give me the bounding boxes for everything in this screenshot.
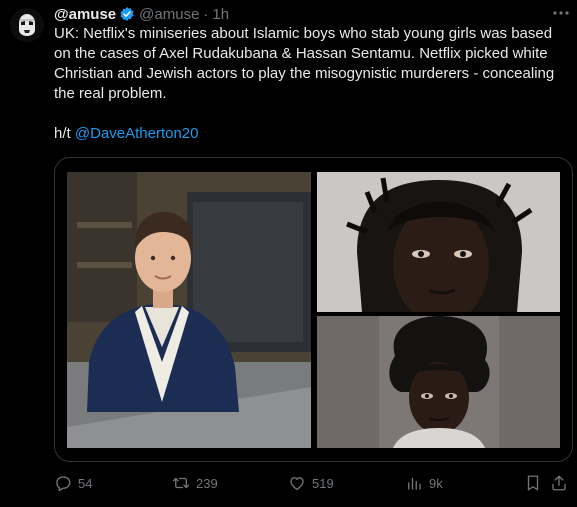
repost-button[interactable]: 239 — [172, 472, 218, 494]
tweet: @amuse @amuse · 1h UK: Netflix's miniser… — [0, 0, 577, 507]
heart-icon — [290, 477, 304, 491]
tweet-header: @amuse @amuse · 1h — [54, 4, 229, 24]
verified-badge-icon — [119, 6, 135, 22]
share-icon — [552, 475, 566, 491]
avatar[interactable] — [10, 8, 44, 42]
mention-link[interactable]: @DaveAtherton20 — [75, 125, 199, 142]
hat-tip-line: h/t @DaveAtherton20 — [54, 124, 569, 144]
more-options-icon[interactable] — [550, 4, 572, 22]
display-name[interactable]: @amuse — [54, 6, 116, 23]
stormtrooper-avatar-icon — [10, 8, 44, 42]
reply-icon — [56, 476, 71, 492]
user-handle[interactable]: @amuse — [139, 6, 199, 23]
views-button[interactable]: 9k — [405, 472, 443, 494]
tweet-text: UK: Netflix's miniseries about Islamic b… — [54, 24, 569, 144]
repost-icon — [172, 477, 190, 489]
bookmark-icon — [527, 475, 539, 491]
media-image-2[interactable] — [317, 172, 560, 312]
like-button[interactable]: 519 — [288, 472, 334, 494]
like-count: 519 — [312, 475, 334, 491]
media-image-1[interactable] — [67, 172, 311, 448]
media-image-3[interactable] — [317, 316, 560, 448]
separator-dot: · — [203, 5, 209, 23]
bookmark-button[interactable] — [524, 472, 548, 494]
repost-count: 239 — [196, 475, 218, 491]
timestamp[interactable]: 1h — [212, 6, 229, 23]
view-count: 9k — [429, 475, 443, 491]
hat-tip-prefix: h/t — [54, 125, 75, 142]
tweet-body: UK: Netflix's miniseries about Islamic b… — [54, 25, 555, 102]
media-grid — [54, 157, 573, 462]
reply-button[interactable]: 54 — [54, 472, 92, 494]
action-bar: 54 239 519 9k — [54, 472, 571, 494]
share-button[interactable] — [550, 472, 574, 494]
views-chart-icon — [408, 477, 421, 490]
reply-count: 54 — [78, 475, 93, 491]
